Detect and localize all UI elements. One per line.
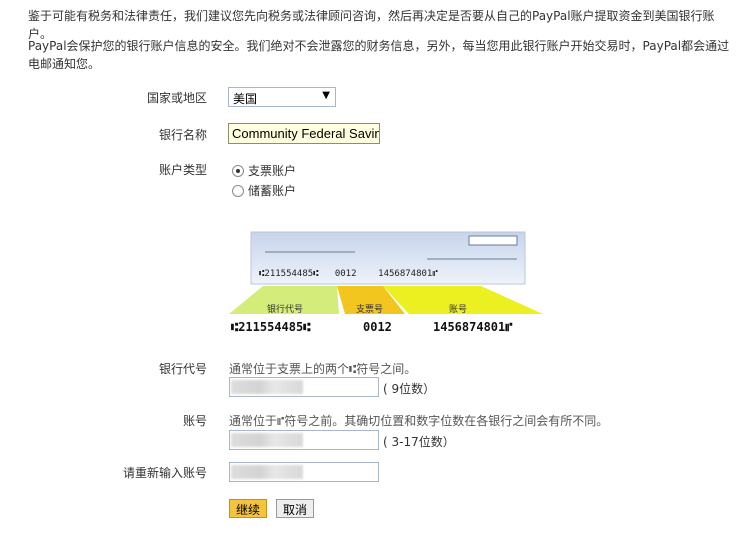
account-number-input[interactable]: [229, 430, 379, 450]
dropdown-arrow-icon: ▼: [322, 90, 330, 101]
radio-savings[interactable]: 储蓄账户: [232, 182, 296, 199]
routing-number-label: 银行代号: [158, 362, 207, 376]
radio-checking-label: 支票账户: [248, 164, 297, 178]
masked-value: [231, 380, 303, 394]
radio-checking-button[interactable]: [232, 164, 244, 177]
check-check-number: 0012: [363, 320, 392, 334]
radio-savings-label: 储蓄账户: [248, 184, 297, 198]
routing-number-input[interactable]: [229, 377, 379, 397]
radio-checking[interactable]: 支票账户: [232, 162, 296, 179]
check-routing-tab-label: 银行代号: [267, 305, 304, 315]
cancel-button[interactable]: 取消: [276, 499, 315, 518]
bank-name-input[interactable]: Community Federal Savings: [228, 123, 380, 144]
check-account-tab-label: 账号: [449, 305, 468, 315]
account-type-label: 账户类型: [158, 163, 207, 177]
country-select[interactable]: 美国 ▼: [228, 87, 336, 107]
account-number-digits-hint: ( 3-17位数）: [383, 435, 455, 449]
check-micr-small: ⑆211554485⑆ 0012 1456874801⑈: [259, 269, 438, 279]
check-number-tab-label: 支票号: [356, 305, 384, 315]
reenter-account-input[interactable]: [229, 462, 379, 482]
radio-savings-button[interactable]: [232, 184, 244, 197]
account-number-hint: 通常位于⑈符号之前。其确切位置和数字位数在各银行之间会有所不同。: [229, 414, 609, 428]
country-label: 国家或地区: [146, 91, 207, 105]
bank-name-label: 银行名称: [158, 128, 207, 142]
check-routing-number: ⑆211554485⑆: [231, 320, 311, 334]
check-account-number: 1456874801⑈: [433, 320, 513, 334]
intro-security-text: PayPal会保护您的银行账户信息的安全。我们绝对不会泄露您的财务信息，另外，每…: [28, 39, 730, 71]
masked-value: [231, 465, 303, 479]
continue-button[interactable]: 继续: [229, 499, 268, 518]
check-diagram: ⑆211554485⑆ 0012 1456874801⑈ 银行代号 支票号 账号…: [227, 228, 547, 340]
routing-number-hint: 通常位于支票上的两个⑆符号之间。: [229, 362, 417, 376]
account-number-label: 账号: [182, 414, 207, 428]
masked-value: [231, 433, 303, 447]
country-select-value: 美国: [233, 92, 258, 106]
routing-number-digits-hint: ( 9位数）: [383, 382, 436, 396]
reenter-account-label: 请重新输入账号: [122, 466, 207, 480]
